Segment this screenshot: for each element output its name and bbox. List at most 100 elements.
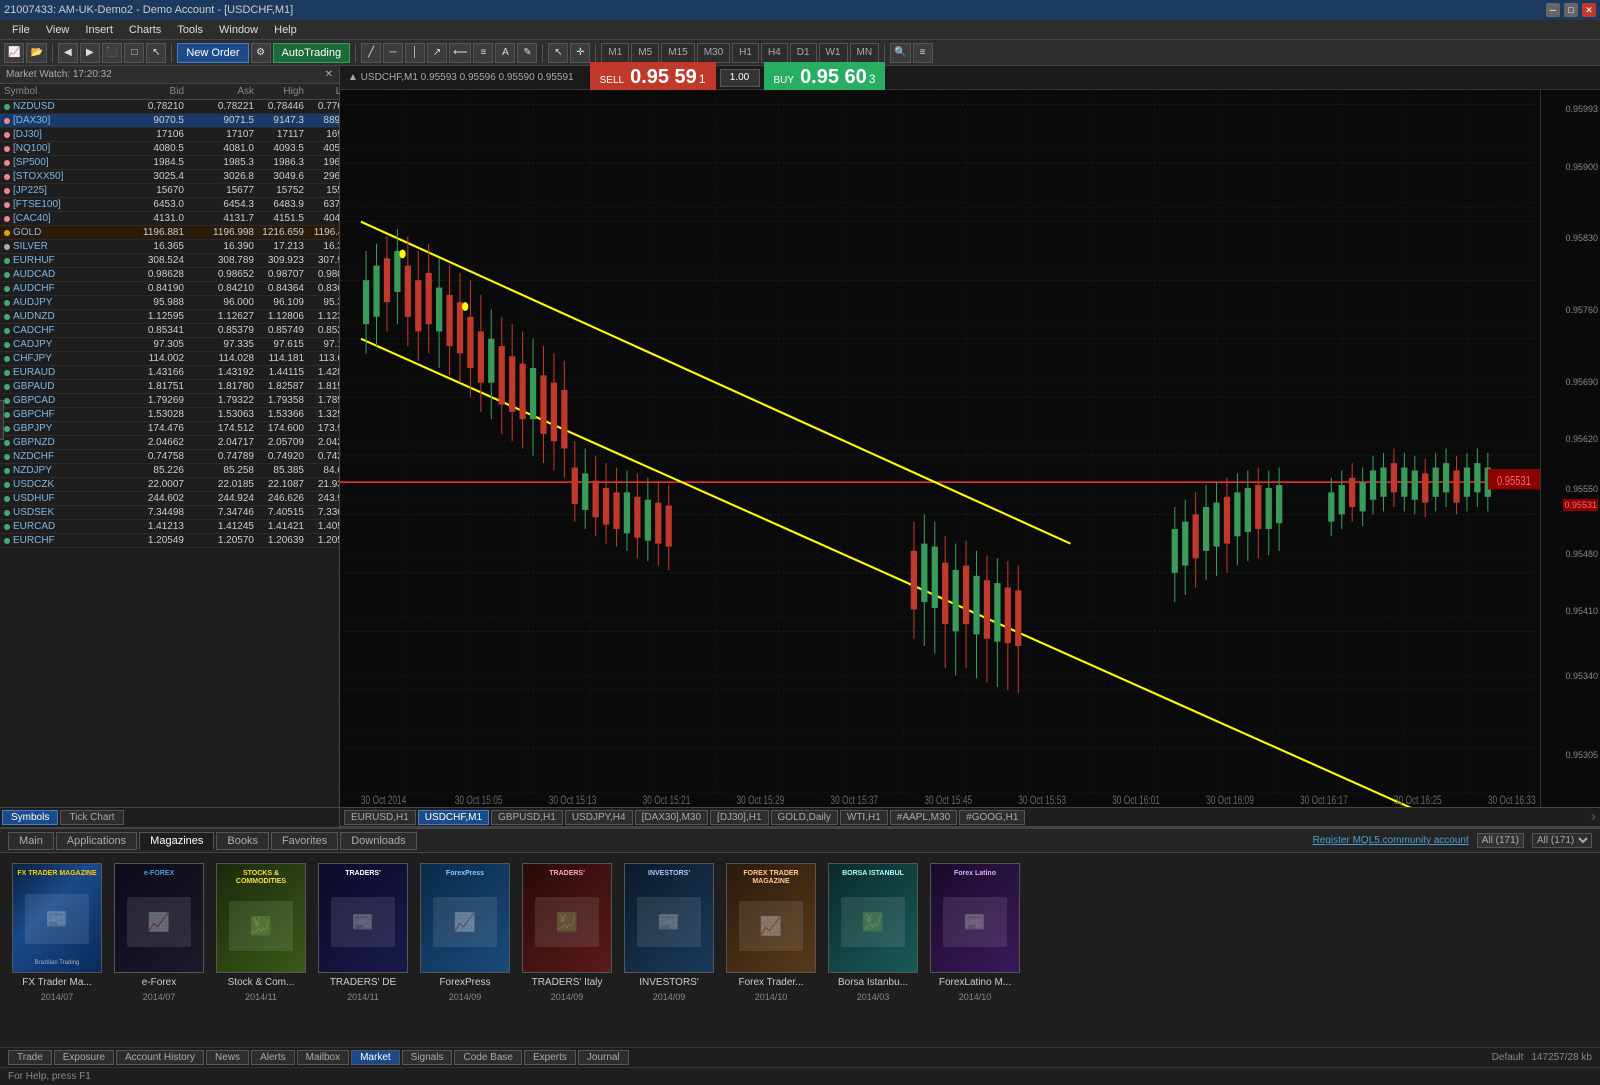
buy-price-box[interactable]: BUY 0.95 603 xyxy=(764,62,886,93)
new-order-button[interactable]: New Order xyxy=(177,43,248,63)
status-tab-experts[interactable]: Experts xyxy=(524,1050,576,1065)
search-button[interactable]: 🔍 xyxy=(890,43,910,63)
tf-h4[interactable]: H4 xyxy=(761,43,788,63)
status-tab-signals[interactable]: Signals xyxy=(402,1050,453,1065)
chart-tab-dj30[interactable]: [DJ30],H1 xyxy=(710,810,768,825)
tab-magazines[interactable]: Magazines xyxy=(139,832,214,850)
tf-m30[interactable]: M30 xyxy=(697,43,730,63)
hline-tool[interactable]: ─ xyxy=(383,43,403,63)
chart-tab-aapl[interactable]: #AAPL,M30 xyxy=(890,810,957,825)
chart-tab-usdjpy[interactable]: USDJPY,H4 xyxy=(565,810,633,825)
market-watch-row[interactable]: CADJPY 97.305 97.335 97.615 97.194 17:20… xyxy=(0,338,339,352)
tf-mn[interactable]: MN xyxy=(850,43,880,63)
market-watch-row[interactable]: [NQ100] 4080.5 4081.0 4093.5 4051.6 17:2… xyxy=(0,142,339,156)
magazine-item[interactable]: STOCKS & COMMODITIES 💹 Stock & Com... 20… xyxy=(216,863,306,1002)
magazine-item[interactable]: FX TRADER MAGAZINE 📰 Brazilian Trading F… xyxy=(12,863,102,1002)
status-tab-trade[interactable]: Trade xyxy=(8,1050,52,1065)
market-watch-row[interactable]: CADCHF 0.85341 0.85379 0.85749 0.85252 1… xyxy=(0,324,339,338)
market-watch-row[interactable]: [JP225] 15670 15677 15752 15572 17:20:32 xyxy=(0,184,339,198)
status-tab-mailbox[interactable]: Mailbox xyxy=(297,1050,349,1065)
menu-insert[interactable]: Insert xyxy=(77,22,121,38)
market-watch-row[interactable]: USDHUF 244.602 244.924 246.626 243.926 1… xyxy=(0,492,339,506)
chart-tab-gold[interactable]: GOLD,Daily xyxy=(771,810,838,825)
market-watch-row[interactable]: EURHUF 308.524 308.789 309.923 307.982 1… xyxy=(0,254,339,268)
magazine-item[interactable]: ForexPress 📈 ForexPress 2014/09 xyxy=(420,863,510,1002)
select-button[interactable]: ↖ xyxy=(146,43,166,63)
arrow-tool[interactable]: ✎ xyxy=(517,43,537,63)
market-watch-row[interactable]: GBPCHF 1.53028 1.53063 1.53366 1.32553 1… xyxy=(0,408,339,422)
menu-file[interactable]: File xyxy=(4,22,38,38)
tick-chart-tab[interactable]: Tick Chart xyxy=(60,810,123,825)
magazine-item[interactable]: TRADERS' 📰 TRADERS' DE 2014/11 xyxy=(318,863,408,1002)
market-watch-row[interactable]: GBPJPY 174.476 174.512 174.600 173.974 1… xyxy=(0,422,339,436)
minimize-button[interactable]: ─ xyxy=(1546,3,1560,17)
market-watch-row[interactable]: USDSEK 7.34498 7.34746 7.40515 7.33691 1… xyxy=(0,506,339,520)
status-tab-exposure[interactable]: Exposure xyxy=(54,1050,114,1065)
market-watch-row[interactable]: NZDCHF 0.74758 0.74789 0.74920 0.74247 1… xyxy=(0,450,339,464)
forward-button[interactable]: ▶ xyxy=(80,43,100,63)
channel-tool[interactable]: ⟵ xyxy=(449,43,471,63)
market-watch-row[interactable]: [SP500] 1984.5 1985.3 1986.3 1965.1 17:2… xyxy=(0,156,339,170)
market-watch-row[interactable]: USDCZK 22.0007 22.0185 22.1087 21.9389 1… xyxy=(0,478,339,492)
tf-w1[interactable]: W1 xyxy=(819,43,848,63)
market-watch-row[interactable]: EURAUD 1.43166 1.43192 1.44115 1.42892 1… xyxy=(0,366,339,380)
menu-charts[interactable]: Charts xyxy=(121,22,169,38)
tf-m15[interactable]: M15 xyxy=(661,43,694,63)
market-watch-row[interactable]: SILVER 16.365 16.390 17.213 16.349 17:20… xyxy=(0,240,339,254)
market-watch-close[interactable]: ✕ xyxy=(325,69,333,80)
market-watch-row[interactable]: CHFJPY 114.002 114.028 114.181 113.646 1… xyxy=(0,352,339,366)
line-tool[interactable]: ╱ xyxy=(361,43,381,63)
magazine-item[interactable]: e-FOREX 📈 e-Forex 2014/07 xyxy=(114,863,204,1002)
mag-filter-select[interactable]: All (171) xyxy=(1532,833,1592,848)
menu-tools[interactable]: Tools xyxy=(169,22,211,38)
trend-tool[interactable]: ↗ xyxy=(427,43,447,63)
menu-window[interactable]: Window xyxy=(211,22,266,38)
chart-tab-eurusd[interactable]: EURUSD,H1 xyxy=(344,810,416,825)
maximize-button[interactable]: □ xyxy=(1564,3,1578,17)
lot-size-input[interactable] xyxy=(720,69,760,87)
market-watch-row[interactable]: AUDCAD 0.98628 0.98652 0.98707 0.98074 1… xyxy=(0,268,339,282)
market-watch-row[interactable]: AUDNZD 1.12595 1.12627 1.12806 1.12347 1… xyxy=(0,310,339,324)
new-chart-button[interactable]: 📈 xyxy=(4,43,24,63)
tab-main[interactable]: Main xyxy=(8,832,54,850)
status-tab-codebase[interactable]: Code Base xyxy=(454,1050,521,1065)
cursor-tool[interactable]: ↖ xyxy=(548,43,568,63)
status-tab-market[interactable]: Market xyxy=(351,1050,400,1065)
menu-view[interactable]: View xyxy=(38,22,78,38)
open-button[interactable]: 📂 xyxy=(26,43,46,63)
terminal-tab[interactable]: Terminal xyxy=(0,400,4,440)
magazine-item[interactable]: FOREX TRADER MAGAZINE 📈 Forex Trader... … xyxy=(726,863,816,1002)
chart-tab-wti[interactable]: WTI,H1 xyxy=(840,810,888,825)
magazine-item[interactable]: Forex Latino 📰 ForexLatino M... 2014/10 xyxy=(930,863,1020,1002)
market-watch-row[interactable]: AUDCHF 0.84190 0.84210 0.84364 0.83677 1… xyxy=(0,282,339,296)
menu-help[interactable]: Help xyxy=(266,22,305,38)
magazine-item[interactable]: TRADERS' 💹 TRADERS' Italy 2014/09 xyxy=(522,863,612,1002)
market-watch-row[interactable]: GOLD 1196.881 1196.998 1216.659 1196.411… xyxy=(0,226,339,240)
zoom-in-button[interactable]: ⬛ xyxy=(102,43,122,63)
register-link[interactable]: Register MQL5.community account xyxy=(1313,835,1469,846)
chart-tab-goog[interactable]: #GOOG,H1 xyxy=(959,810,1025,825)
status-tab-alerts[interactable]: Alerts xyxy=(251,1050,295,1065)
market-watch-row[interactable]: EURCHF 1.20549 1.20570 1.20639 1.20535 1… xyxy=(0,534,339,548)
market-watch-row[interactable]: GBPCAD 1.79269 1.79322 1.79358 1.78551 1… xyxy=(0,394,339,408)
tab-applications[interactable]: Applications xyxy=(56,832,137,850)
tab-favorites[interactable]: Favorites xyxy=(271,832,338,850)
market-watch-row[interactable]: NZDUSD 0.78210 0.78221 0.78446 0.77654 1… xyxy=(0,100,339,114)
market-watch-row[interactable]: [FTSE100] 6453.0 6454.3 6483.9 6377.3 17… xyxy=(0,198,339,212)
tf-h1[interactable]: H1 xyxy=(732,43,759,63)
chart-tabs-scroll[interactable]: › xyxy=(1591,808,1596,826)
zoom-out-button[interactable]: □ xyxy=(124,43,144,63)
settings-button[interactable]: ≡ xyxy=(913,43,933,63)
magazine-item[interactable]: INVESTORS' 📰 INVESTORS' 2014/09 xyxy=(624,863,714,1002)
symbols-tab[interactable]: Symbols xyxy=(2,810,58,825)
tf-d1[interactable]: D1 xyxy=(790,43,817,63)
chart-tab-usdchf[interactable]: USDCHF,M1 xyxy=(418,810,489,825)
text-tool[interactable]: A xyxy=(495,43,515,63)
chart-canvas[interactable]: 0.95531 30 Oct 2014 30 Oct 15:05 30 Oct … xyxy=(340,90,1540,807)
tf-m1[interactable]: M1 xyxy=(601,43,629,63)
vline-tool[interactable]: │ xyxy=(405,43,425,63)
chart-tab-gbpusd[interactable]: GBPUSD,H1 xyxy=(491,810,563,825)
market-watch-row[interactable]: [DJ30] 17106 17107 17117 16904 17:20:31 xyxy=(0,128,339,142)
market-watch-row[interactable]: GBPAUD 1.81751 1.81780 1.82587 1.81557 1… xyxy=(0,380,339,394)
market-watch-row[interactable]: NZDJPY 85.226 85.258 85.385 84.635 17:20… xyxy=(0,464,339,478)
